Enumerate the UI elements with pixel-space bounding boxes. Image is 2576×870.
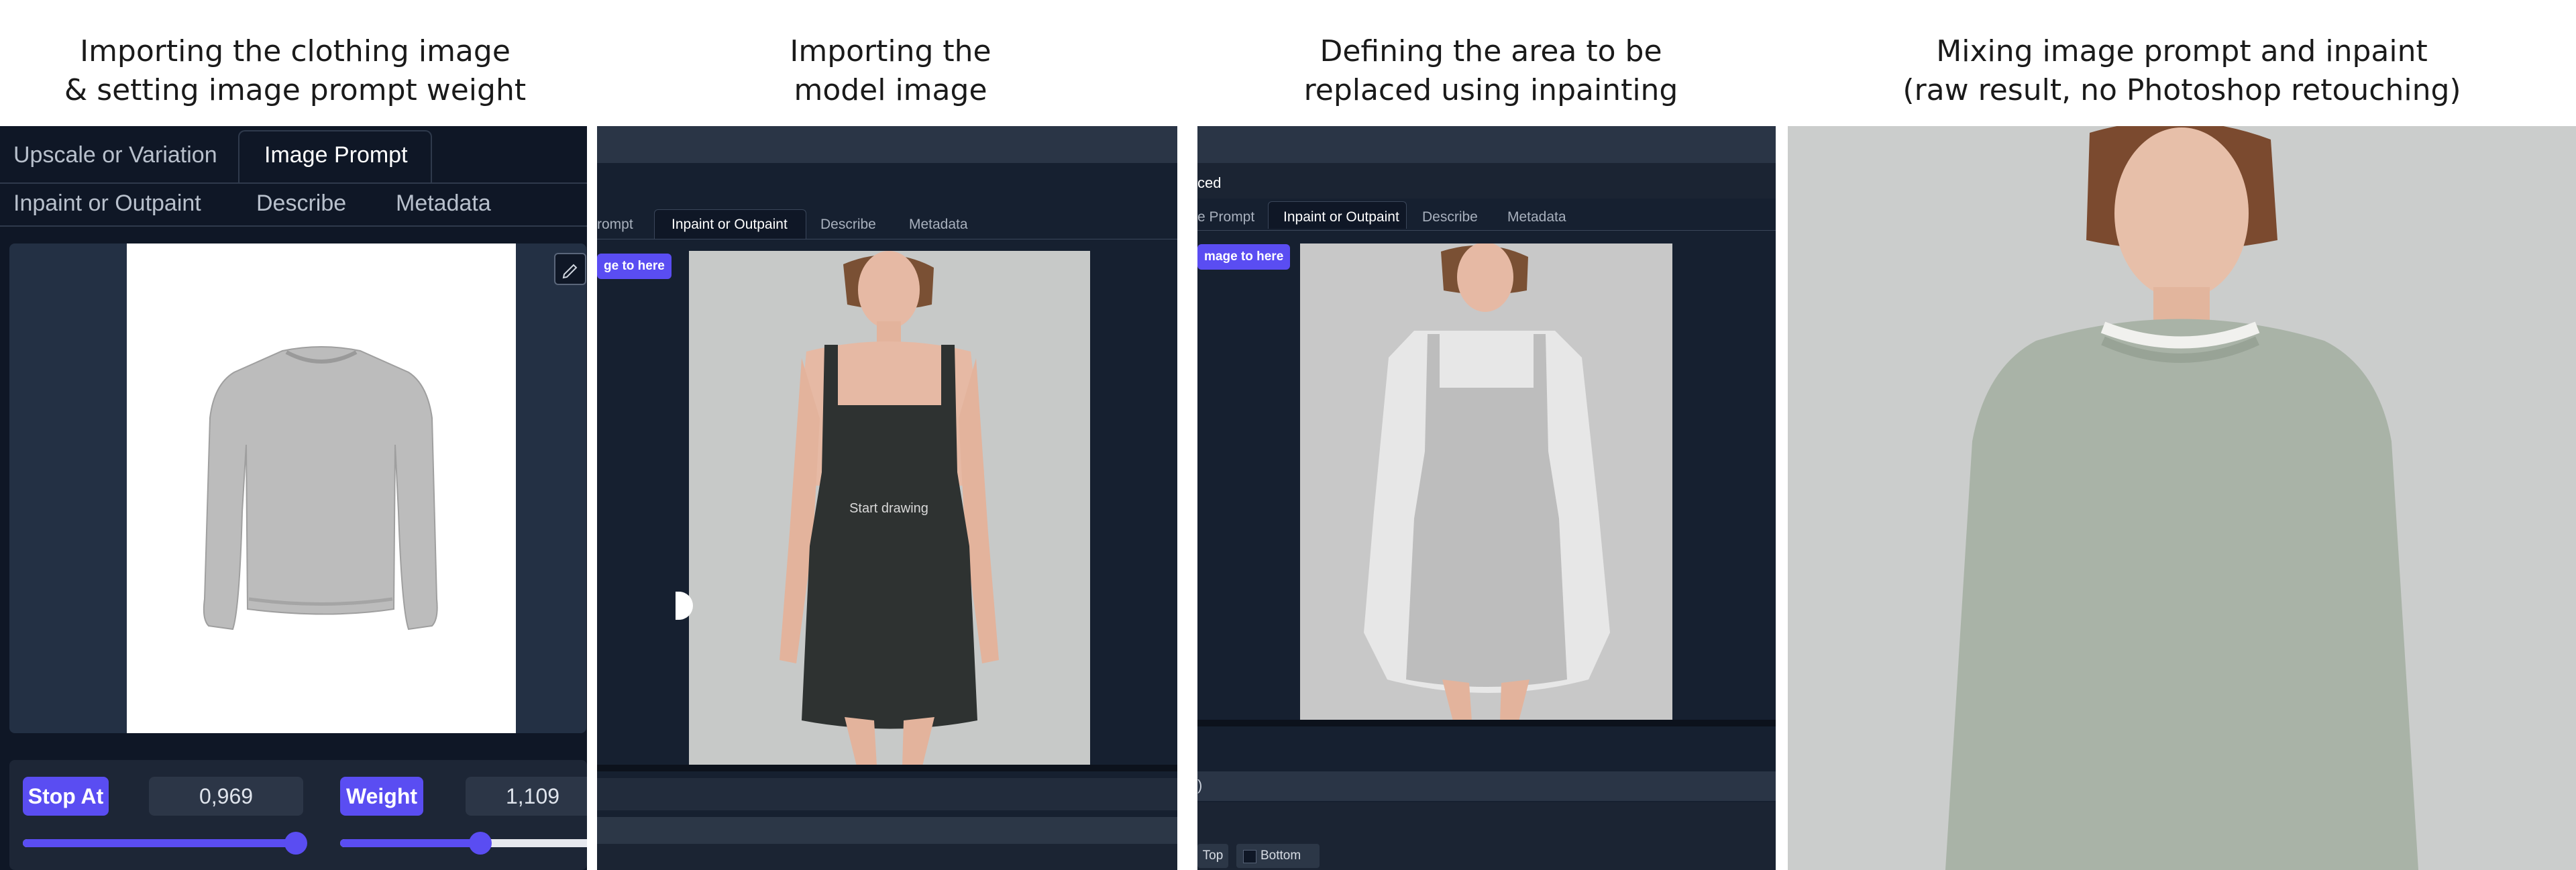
- canvas-hint-text: Start drawing: [849, 501, 928, 516]
- drop-image-badge[interactable]: ge to here: [597, 254, 672, 279]
- caption-step-1: Importing the clothing image & setting i…: [0, 32, 590, 119]
- header-bar: [1197, 126, 1776, 163]
- caption-line: Mixing image prompt and inpaint: [1936, 34, 2428, 68]
- image-prompt-controls: Stop At 0,969 Weight 1,109: [9, 760, 587, 870]
- option-bottom[interactable]: Bottom: [1236, 844, 1320, 868]
- caption-line: Importing the clothing image: [80, 34, 511, 68]
- tab-image-prompt[interactable]: e Prompt: [1197, 209, 1254, 225]
- paren-fragment: ): [1197, 777, 1203, 794]
- tab-upscale-variation[interactable]: Upscale or Variation: [13, 142, 217, 168]
- header-bar: [597, 126, 1177, 163]
- tab-divider: [1197, 230, 1776, 231]
- bottom-checkbox[interactable]: [1243, 850, 1256, 863]
- caption-step-2: Importing the model image: [597, 32, 1184, 119]
- tab-divider: [0, 225, 587, 227]
- weight-slider-fill: [340, 839, 480, 847]
- tab-metadata[interactable]: Metadata: [1507, 209, 1566, 225]
- tab-inpaint-outpaint[interactable]: Inpaint or Outpaint: [13, 191, 201, 217]
- tab-row-2: Inpaint or Outpaint Describe Metadata: [0, 191, 587, 224]
- caption-step-4: Mixing image prompt and inpaint (raw res…: [1788, 32, 2576, 119]
- result-image: [1788, 126, 2576, 870]
- stop-at-input[interactable]: 0,969: [149, 777, 303, 816]
- panel-inpaint-mask: ced e Prompt Inpaint or Outpaint Describ…: [1197, 126, 1776, 870]
- tab-row: e Prompt Inpaint or Outpaint Describe Me…: [1197, 209, 1776, 229]
- caption-line: model image: [794, 73, 987, 107]
- bottom-bar: [597, 765, 1177, 771]
- options-row: [597, 817, 1177, 844]
- tab-describe[interactable]: Describe: [256, 191, 346, 217]
- model-image-canvas[interactable]: Start drawing: [689, 251, 1090, 766]
- option-top-label: Top: [1202, 849, 1224, 863]
- weight-label: Weight: [340, 777, 423, 816]
- tab-describe[interactable]: Describe: [820, 217, 876, 233]
- caption-line: (raw result, no Photoshop retouching): [1902, 73, 2461, 107]
- stop-at-slider-thumb[interactable]: [284, 832, 307, 855]
- panel-model-image: rompt Inpaint or Outpaint Describe Metad…: [597, 126, 1177, 870]
- caption-line: replaced using inpainting: [1303, 73, 1678, 107]
- edit-pencil-button[interactable]: [554, 253, 586, 285]
- result-model-illustration: [1788, 126, 2576, 870]
- tab-row-1: Upscale or Variation Image Prompt: [0, 142, 587, 176]
- tab-inpaint-outpaint[interactable]: Inpaint or Outpaint: [1283, 209, 1399, 225]
- pencil-icon: [562, 264, 578, 279]
- stop-at-label: Stop At: [23, 777, 109, 816]
- caption-line: Importing the: [790, 34, 991, 68]
- clothing-image: [127, 243, 516, 733]
- sweater-illustration: [203, 346, 438, 631]
- model-dress-illustration: Start drawing: [780, 251, 999, 766]
- options-row: ): [1197, 771, 1776, 801]
- header-fragment: ced: [1197, 174, 1222, 191]
- tab-row: rompt Inpaint or Outpaint Describe Metad…: [597, 217, 1177, 237]
- drop-image-badge[interactable]: mage to here: [1197, 244, 1291, 270]
- option-top[interactable]: Top: [1197, 844, 1228, 868]
- panel-image-prompt: Upscale or Variation Image Prompt Inpain…: [0, 126, 587, 870]
- option-bottom-label: Bottom: [1260, 849, 1301, 863]
- tab-inpaint-outpaint[interactable]: Inpaint or Outpaint: [672, 217, 788, 233]
- tab-describe[interactable]: Describe: [1422, 209, 1478, 225]
- image-upload-area[interactable]: [9, 243, 586, 733]
- tab-image-prompt[interactable]: Image Prompt: [264, 142, 408, 168]
- inpaint-mask-canvas[interactable]: [1300, 243, 1672, 721]
- masked-model-illustration: [1364, 243, 1610, 721]
- options-row: [597, 778, 1177, 810]
- tab-metadata[interactable]: Metadata: [396, 191, 491, 217]
- weight-slider-thumb[interactable]: [469, 832, 492, 855]
- caption-step-3: Defining the area to be replaced using i…: [1197, 32, 1784, 119]
- caption-line: Defining the area to be: [1320, 34, 1662, 68]
- bottom-bar: [1197, 720, 1776, 726]
- tab-metadata[interactable]: Metadata: [909, 217, 968, 233]
- tab-divider: [0, 182, 587, 184]
- tab-image-prompt[interactable]: rompt: [597, 217, 633, 233]
- weight-input[interactable]: 1,109: [466, 777, 587, 816]
- stop-at-slider-fill: [23, 839, 296, 847]
- caption-line: & setting image prompt weight: [64, 73, 527, 107]
